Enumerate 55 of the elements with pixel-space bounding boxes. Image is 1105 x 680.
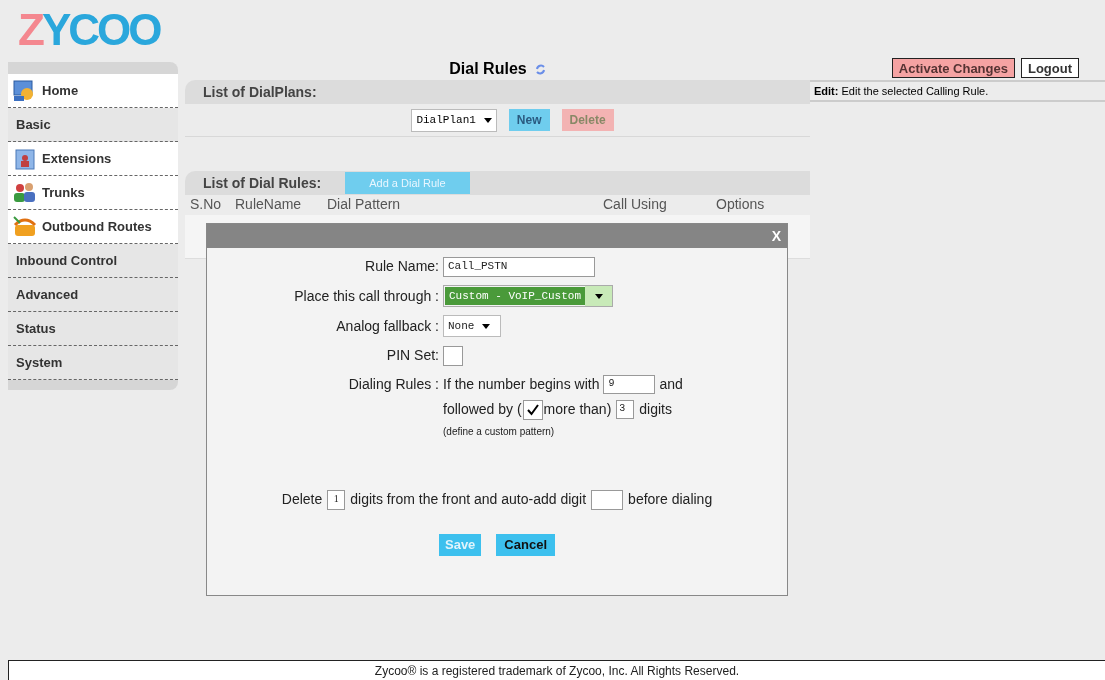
- column-header: Options: [716, 195, 765, 214]
- field-label: Rule Name:: [364, 257, 439, 276]
- dialplan-select[interactable]: DialPlan1: [411, 108, 497, 132]
- rule-text: If the number begins with: [443, 375, 600, 394]
- column-header: Dial Pattern: [327, 195, 402, 214]
- nav-item[interactable]: Inbound Control: [8, 244, 178, 278]
- prepend-field[interactable]: [591, 489, 624, 510]
- section-title: List of Dial Rules:: [203, 173, 322, 193]
- close-button[interactable]: X: [771, 225, 781, 247]
- trunk-select[interactable]: Custom - VoIP_Custom: [443, 285, 613, 307]
- more-than-checkbox[interactable]: [522, 399, 543, 420]
- cancel-button[interactable]: Cancel: [496, 534, 555, 556]
- rule-text: digits: [639, 400, 672, 419]
- page-title: Dial Rules: [449, 59, 527, 79]
- nav-item[interactable]: Extensions: [8, 142, 178, 176]
- field-label: Analog fallback :: [335, 316, 439, 336]
- logout-button[interactable]: Logout: [1020, 58, 1079, 78]
- column-header: RuleName: [235, 195, 303, 214]
- new-button[interactable]: New: [508, 109, 550, 131]
- caret-icon: [594, 293, 603, 299]
- section-title: List of DialPlans:: [203, 82, 317, 102]
- delete-digits-field[interactable]: 1: [327, 489, 346, 510]
- nav-item[interactable]: Status: [8, 312, 178, 346]
- calendar-icon: [12, 146, 38, 171]
- rule-text: followed by (: [443, 400, 522, 419]
- digits-field[interactable]: 3: [616, 400, 635, 419]
- field-label: PIN Set:: [385, 346, 439, 365]
- column-header: Call Using: [603, 195, 668, 214]
- nav-item[interactable]: Trunks: [8, 176, 178, 210]
- pin-checkbox[interactable]: [443, 345, 463, 366]
- field-label: Place this call through :: [293, 286, 439, 306]
- rule-text: more than): [543, 400, 612, 419]
- caret-icon: [483, 117, 492, 123]
- caret-icon: [482, 323, 491, 329]
- rule-text: digits from the front and auto-add digit: [350, 490, 587, 509]
- prefix-field[interactable]: 9: [603, 375, 656, 394]
- rule-text: before dialing: [628, 490, 713, 509]
- nav-item[interactable]: Advanced: [8, 278, 178, 312]
- rule-text: Delete: [281, 490, 323, 509]
- refresh-icon[interactable]: [534, 63, 546, 75]
- nav-item[interactable]: Basic: [8, 108, 178, 142]
- rule-text: and: [659, 375, 683, 394]
- field-label: Dialing Rules :: [347, 375, 439, 394]
- nav-item[interactable]: Home: [8, 74, 178, 108]
- hint-text: (define a custom pattern): [443, 425, 556, 439]
- activate-changes-button[interactable]: Activate Changes: [891, 58, 1015, 78]
- users-icon: [12, 180, 38, 205]
- help-text: Edit: Edit the selected Calling Rule.: [814, 83, 989, 99]
- footer-text: Zycoo® is a registered trademark of Zycoo, Inc. All Rights Reserved.: [374, 662, 740, 680]
- nav-item[interactable]: Outbound Routes: [8, 210, 178, 244]
- nav-item[interactable]: System: [8, 346, 178, 380]
- fallback-select[interactable]: None: [443, 315, 501, 337]
- column-header: S.No: [190, 195, 223, 214]
- logo: ZYCOO: [17, 4, 161, 52]
- rule-name-field[interactable]: Call_PSTN: [443, 256, 595, 277]
